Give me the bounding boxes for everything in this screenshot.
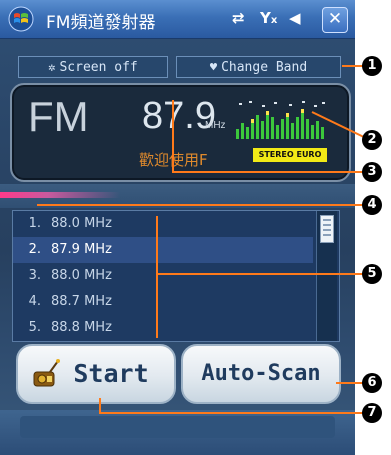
callout-marker-1: 1 [362,56,382,76]
heart-icon: ♥ [209,60,218,74]
start-button[interactable]: Start [16,344,176,404]
bottom-panel [20,416,335,438]
station-frequency: 88.8 MHz [51,320,112,335]
scrollbar-thumb[interactable] [320,215,334,243]
signal-level-bar [0,192,120,198]
band-label: FM [28,93,89,140]
station-frequency: 88.0 MHz [51,216,112,231]
sun-icon: ✲ [48,60,56,74]
station-item[interactable]: 1. 88.0 MHz [13,211,313,237]
callout-marker-7: 7 [362,403,382,423]
spectrum-meter-icon [236,101,325,139]
frequency-unit: MHz [205,120,226,131]
station-item-selected[interactable]: 2. 87.9 MHz [13,237,313,263]
station-item[interactable]: 3. 88.0 MHz [13,263,313,289]
volume-icon[interactable]: ◀ [289,9,309,29]
connectivity-icon[interactable]: ⇄ [232,9,252,29]
callout-marker-4: 4 [362,195,382,215]
callout-marker-5: 5 [362,264,382,284]
auto-scan-button[interactable]: Auto-Scan [181,344,341,404]
change-band-button[interactable]: ♥ Change Band [176,56,341,78]
frequency-value: 87.9 [142,95,216,137]
station-list[interactable]: 1. 88.0 MHz 2. 87.9 MHz 3. 88.0 MHz 4. 88.7 … [12,210,340,342]
station-frequency: 87.9 MHz [51,242,112,257]
windows-start-icon[interactable] [8,6,34,32]
signal-icon[interactable]: Yx [260,9,280,29]
screen-off-button[interactable]: ✲ Screen off [18,56,168,78]
stereo-euro-badge: STEREO EURO [253,148,327,162]
list-scrollbar[interactable] [316,211,337,341]
fm-transmitter-app: FM頻道發射器 ⇄ Yx ◀ ✕ ✲ Screen off ♥ Change Ban… [0,0,355,455]
station-number: 2. [28,242,41,257]
station-item[interactable]: 5. 88.8 MHz [13,315,313,341]
close-button[interactable]: ✕ [322,7,348,33]
station-number: 3. [28,268,41,283]
station-number: 4. [28,294,41,309]
station-number: 5. [28,320,41,335]
station-frequency: 88.0 MHz [51,268,112,283]
title-bar: FM頻道發射器 ⇄ Yx ◀ ✕ [0,0,355,39]
callout-marker-3: 3 [362,162,382,182]
change-band-label: Change Band [221,60,308,75]
callout-marker-6: 6 [362,373,382,393]
callout-marker-2: 2 [362,130,382,150]
app-title: FM頻道發射器 [46,13,156,33]
radio-transmitter-icon [33,359,60,387]
station-number: 1. [28,216,41,231]
frequency-display: FM 87.9 MHz 歡迎使用F STEREO EURO [10,83,351,182]
screen-off-label: Screen off [59,60,138,75]
station-frequency: 88.7 MHz [51,294,112,309]
station-text: 歡迎使用F [139,151,208,169]
station-item[interactable]: 4. 88.7 MHz [13,289,313,315]
auto-scan-label: Auto-Scan [201,361,321,386]
